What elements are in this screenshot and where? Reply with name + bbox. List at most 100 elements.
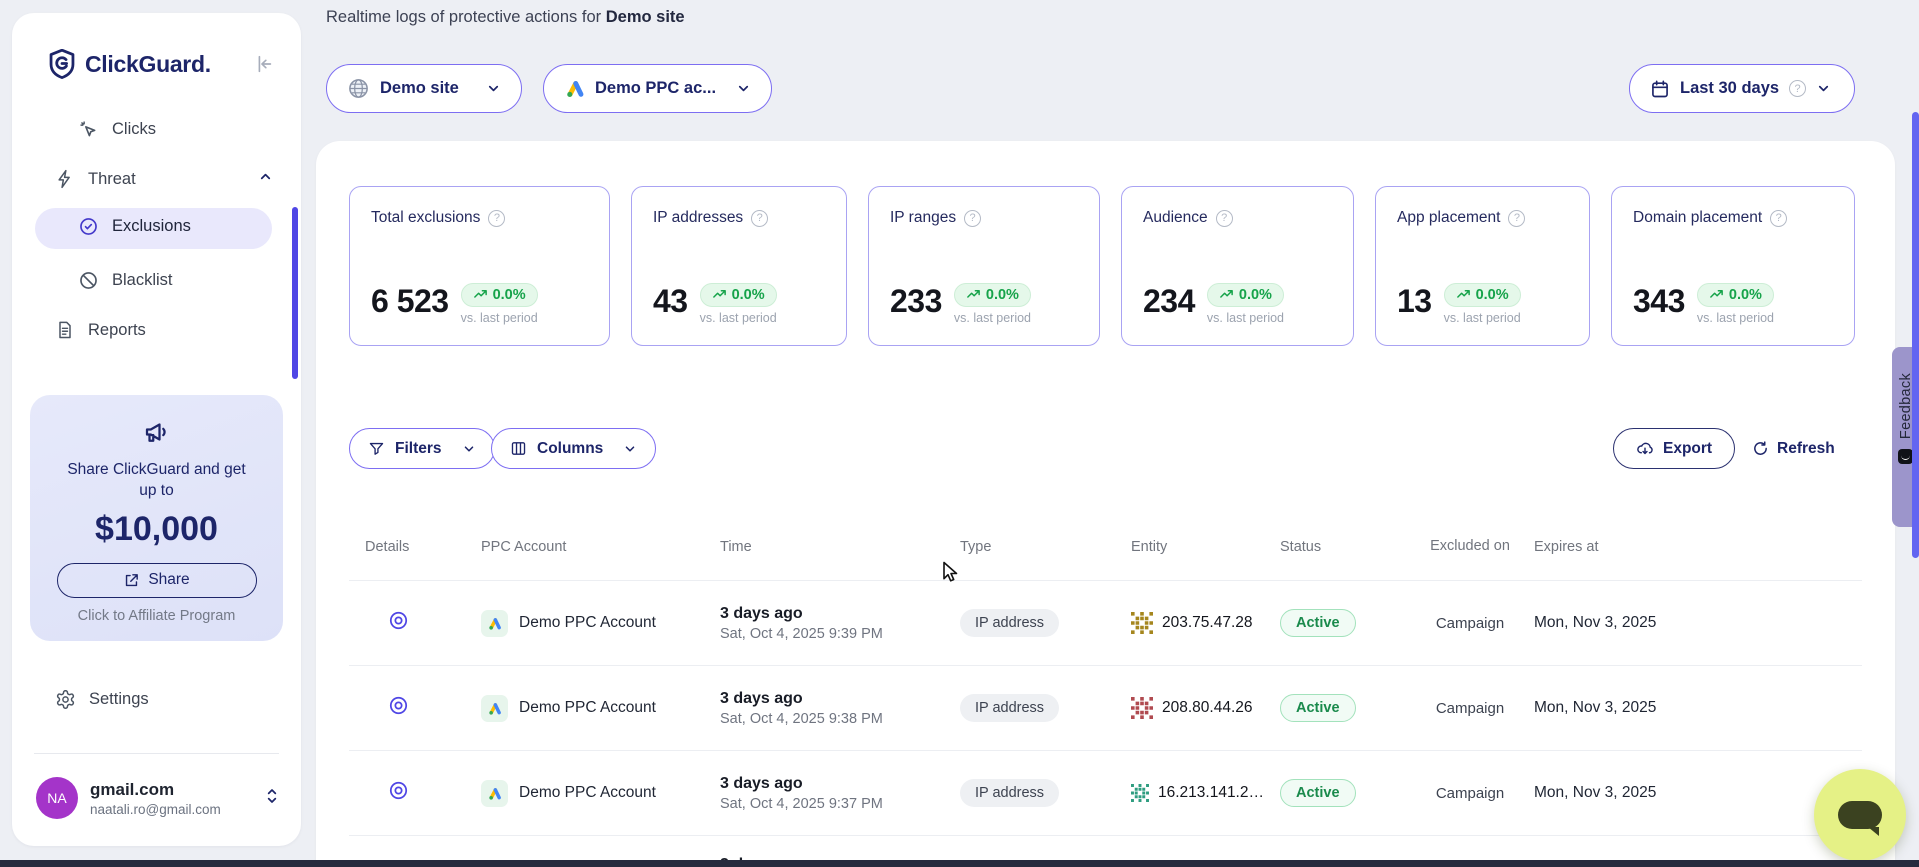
feedback-chat-icon — [1898, 449, 1913, 464]
google-ads-icon — [481, 610, 508, 637]
site-selector-value: Demo site — [380, 79, 459, 98]
view-details-eye-icon[interactable] — [388, 695, 409, 716]
view-details-eye-icon[interactable] — [388, 610, 409, 631]
subnav-scrollbar[interactable] — [292, 207, 298, 379]
type-badge: IP address — [960, 609, 1059, 637]
sidebar-item-threat[interactable]: Threat — [55, 169, 287, 189]
chevron-down-icon — [736, 81, 751, 96]
stat-change: 0.0% — [1729, 287, 1762, 303]
trending-up-icon — [712, 287, 727, 302]
expires-at-value: Mon, Nov 3, 2025 — [1518, 699, 1862, 717]
table-row: Demo PPC Account 3 days agoSat, Oct 4, 2… — [349, 751, 1862, 836]
chevron-down-icon — [486, 81, 501, 96]
trend-badge: 0.0% — [1207, 283, 1284, 307]
status-badge: Active — [1280, 694, 1356, 722]
chevron-down-icon — [1816, 81, 1831, 96]
site-selector[interactable]: Demo site — [326, 64, 522, 113]
megaphone-icon — [142, 417, 172, 447]
gear-icon — [55, 689, 76, 710]
trend-badge: 0.0% — [461, 283, 538, 307]
refresh-button[interactable]: Refresh — [1752, 428, 1835, 469]
stat-value: 343 — [1633, 283, 1685, 320]
chat-widget-button[interactable] — [1814, 769, 1906, 861]
stat-caption: vs. last period — [700, 311, 777, 325]
stat-value: 233 — [890, 283, 942, 320]
refresh-label: Refresh — [1777, 440, 1835, 458]
sidebar-item-label: Threat — [88, 170, 136, 189]
identicon — [1131, 782, 1149, 804]
col-header-time: Time — [704, 539, 944, 555]
help-icon: ? — [751, 210, 768, 227]
account-switcher[interactable]: NA gmail.com naatali.ro@gmail.com — [36, 777, 280, 819]
vertical-scrollbar-thumb[interactable] — [1912, 112, 1919, 558]
sidebar-collapse-icon[interactable] — [253, 53, 275, 80]
affiliate-promo-card: Share ClickGuard and get up to $10,000 S… — [30, 395, 283, 641]
trend-badge: 0.0% — [1444, 283, 1521, 307]
view-details-eye-icon[interactable] — [388, 780, 409, 801]
date-range-selector[interactable]: Last 30 days ? — [1629, 64, 1855, 113]
ppc-account-selector[interactable]: Demo PPC ac... — [543, 64, 772, 113]
col-header-details: Details — [349, 539, 465, 555]
stat-card-ip-addresses: IP addresses? 43 0.0% vs. last period — [631, 186, 847, 346]
time-absolute: Sat, Oct 4, 2025 9:39 PM — [720, 626, 944, 642]
sidebar-item-reports[interactable]: Reports — [55, 320, 287, 340]
entity-value: 16.213.141.2… — [1158, 784, 1264, 802]
stats-row: Total exclusions? 6 523 0.0% vs. last pe… — [349, 186, 1855, 346]
divider — [34, 753, 279, 754]
share-button[interactable]: Share — [57, 563, 257, 598]
time-relative: 3 days ago — [720, 605, 944, 623]
col-header-ppc-account: PPC Account — [465, 539, 704, 555]
stat-label: IP addresses — [653, 209, 743, 227]
trending-up-icon — [966, 287, 981, 302]
brand: ClickGuard. — [48, 49, 211, 79]
trend-badge: 0.0% — [700, 283, 777, 307]
document-icon — [55, 320, 75, 340]
stat-value: 43 — [653, 283, 688, 320]
type-badge: IP address — [960, 694, 1059, 722]
exclusions-table: Details PPC Account Time Type Entity Sta… — [349, 513, 1862, 867]
excluded-on-value: Campaign — [1422, 785, 1518, 802]
sidebar-item-exclusions-content[interactable]: Exclusions — [78, 216, 287, 237]
ppc-account-selector-value: Demo PPC ac... — [595, 79, 716, 98]
sidebar-item-blacklist[interactable]: Blacklist — [78, 270, 287, 291]
sidebar-item-settings[interactable]: Settings — [55, 689, 149, 710]
affiliate-link[interactable]: Click to Affiliate Program — [30, 608, 283, 624]
sidebar-item-clicks[interactable]: Clicks — [78, 119, 287, 140]
google-ads-icon — [481, 780, 508, 807]
help-icon: ? — [1770, 210, 1787, 227]
stat-change: 0.0% — [1476, 287, 1509, 303]
type-badge: IP address — [960, 779, 1059, 807]
filters-dropdown[interactable]: Filters — [349, 428, 495, 469]
stat-value: 6 523 — [371, 283, 449, 320]
date-range-value: Last 30 days — [1680, 79, 1779, 98]
stat-value: 13 — [1397, 283, 1432, 320]
entity-value: 203.75.47.28 — [1162, 614, 1253, 632]
lightning-icon — [55, 169, 75, 189]
stat-change: 0.0% — [732, 287, 765, 303]
table-row: Demo PPC Account 3 days agoSat, Oct 4, 2… — [349, 666, 1862, 751]
columns-dropdown[interactable]: Columns — [491, 428, 656, 469]
stat-label: Domain placement — [1633, 209, 1762, 227]
google-ads-icon — [564, 78, 585, 99]
sidebar-item-label: Blacklist — [112, 271, 173, 290]
col-header-type: Type — [944, 539, 1115, 555]
sidebar-item-label: Clicks — [112, 120, 156, 139]
trending-up-icon — [1456, 287, 1471, 302]
refresh-icon — [1752, 440, 1769, 457]
col-header-entity: Entity — [1115, 539, 1264, 555]
stat-change: 0.0% — [986, 287, 1019, 303]
stat-value: 234 — [1143, 283, 1195, 320]
time-absolute: Sat, Oct 4, 2025 9:38 PM — [720, 711, 944, 727]
export-button[interactable]: Export — [1613, 428, 1735, 469]
chevron-up-icon — [258, 169, 273, 189]
stat-card-audience: Audience? 234 0.0% vs. last period — [1121, 186, 1354, 346]
columns-icon — [510, 440, 527, 457]
status-badge: Active — [1280, 609, 1356, 637]
time-relative: 3 days ago — [720, 775, 944, 793]
trending-up-icon — [1219, 287, 1234, 302]
help-icon: ? — [488, 210, 505, 227]
stat-caption: vs. last period — [1697, 311, 1774, 325]
user-email: naatali.ro@gmail.com — [90, 802, 221, 817]
stat-caption: vs. last period — [461, 311, 538, 325]
calendar-icon — [1650, 79, 1670, 99]
